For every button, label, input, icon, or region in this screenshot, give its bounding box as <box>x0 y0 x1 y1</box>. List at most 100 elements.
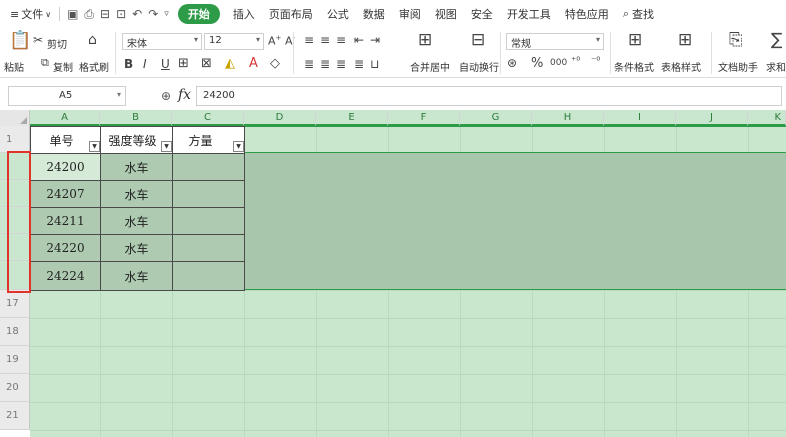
indent-increase-icon[interactable]: ⇥ <box>370 34 380 46</box>
column-header-k[interactable]: K <box>748 110 786 126</box>
number-format-select[interactable]: 常规 ▾ <box>506 33 604 50</box>
filter-active-icon[interactable]: ▼ <box>161 141 172 152</box>
undo-icon[interactable]: ↶ <box>129 7 145 21</box>
italic-button[interactable]: I <box>143 58 147 70</box>
tab-page-layout[interactable]: 页面布局 <box>262 6 320 22</box>
print-preview-icon[interactable]: ⊡ <box>113 7 129 21</box>
save-icon[interactable]: ▣ <box>64 7 81 21</box>
spreadsheet-grid[interactable]: A B C D E F G H I J K 1 17 18 19 20 21 单… <box>0 110 786 437</box>
justify-icon[interactable]: ≣ <box>354 58 364 70</box>
sum-icon[interactable]: ∑ <box>771 32 782 49</box>
borders-icon[interactable]: ⊞ <box>178 57 189 70</box>
formula-input[interactable]: 24200 <box>196 86 782 106</box>
currency-icon[interactable]: ⊛ <box>507 57 517 69</box>
row-header-19[interactable]: 19 <box>0 346 30 374</box>
align-center-icon[interactable]: ≣ <box>320 58 330 70</box>
tab-features[interactable]: 特色应用 <box>558 6 616 22</box>
font-color-icon[interactable]: A <box>249 57 258 70</box>
table-cell[interactable] <box>172 261 245 291</box>
indent-decrease-icon[interactable]: ⇤ <box>354 34 364 46</box>
table-style-button[interactable]: 表格样式 <box>661 59 701 74</box>
format-painter-button[interactable]: 格式刷 <box>79 59 109 74</box>
tab-view[interactable]: 视图 <box>428 6 464 22</box>
sum-button[interactable]: 求和 <box>766 59 786 74</box>
conditional-format-button[interactable]: 条件格式 <box>614 59 654 74</box>
column-header-h[interactable]: H <box>532 110 604 126</box>
table-cell[interactable] <box>172 234 245 262</box>
tab-formulas[interactable]: 公式 <box>320 6 356 22</box>
column-header-c[interactable]: C <box>172 110 244 126</box>
tab-home[interactable]: 开始 <box>177 4 220 24</box>
align-middle-icon[interactable]: ≡ <box>320 34 330 46</box>
table-cell[interactable]: 24200 <box>30 153 101 181</box>
column-header-f[interactable]: F <box>388 110 460 126</box>
tab-insert[interactable]: 插入 <box>226 6 262 22</box>
format-painter-icon[interactable]: ⌂ <box>88 33 97 47</box>
paste-icon[interactable]: 📋 <box>9 32 31 50</box>
tab-security[interactable]: 安全 <box>464 6 500 22</box>
copy-icon[interactable]: ⧉ <box>41 57 49 68</box>
wrap-text-button[interactable]: 自动换行 <box>459 59 499 74</box>
search-button[interactable]: ⌕ 查找 <box>616 6 661 22</box>
chevron-down-icon[interactable]: ▾ <box>117 90 121 99</box>
select-all-corner[interactable] <box>0 110 30 126</box>
paste-button[interactable]: 粘贴 <box>4 59 24 74</box>
row-header-21[interactable]: 21 <box>0 402 30 430</box>
table-style-icon[interactable]: ⊞ <box>678 32 692 49</box>
decrease-decimal-icon[interactable]: ⁻⁰ <box>591 57 600 67</box>
filter-dropdown-icon[interactable]: ▼ <box>233 141 244 152</box>
tab-data[interactable]: 数据 <box>356 6 392 22</box>
redo-icon[interactable]: ↷ <box>145 7 161 21</box>
table-cell[interactable]: 24207 <box>30 180 101 208</box>
filter-dropdown-icon[interactable]: ▼ <box>89 141 100 152</box>
clear-format-icon[interactable]: ◇ <box>270 57 280 70</box>
align-top-icon[interactable]: ≡ <box>304 34 314 46</box>
merge-center-button[interactable]: 合并居中 <box>410 59 450 74</box>
tab-review[interactable]: 审阅 <box>392 6 428 22</box>
table-cell[interactable] <box>172 153 245 181</box>
table-cell[interactable]: 水车 <box>100 234 173 262</box>
column-header-d[interactable]: D <box>244 110 316 126</box>
file-menu[interactable]: ≡ 文件 ∨ <box>6 6 55 22</box>
table-cell[interactable]: 水车 <box>100 153 173 181</box>
font-size-select[interactable]: 12 ▾ <box>204 33 264 50</box>
copy-button[interactable]: 复制 <box>53 59 73 74</box>
underline-button[interactable]: U <box>161 58 170 70</box>
conditional-format-icon[interactable]: ⊞ <box>628 32 642 49</box>
table-cell[interactable] <box>172 180 245 208</box>
column-header-e[interactable]: E <box>316 110 388 126</box>
percent-button[interactable]: % <box>531 57 543 70</box>
scissors-icon[interactable]: ✂ <box>33 34 43 46</box>
bold-button[interactable]: B <box>124 58 133 70</box>
column-header-a[interactable]: A <box>30 110 100 126</box>
merge-center-icon[interactable]: ⊞ <box>418 32 432 49</box>
table-cell[interactable] <box>172 207 245 235</box>
align-left-icon[interactable]: ≣ <box>304 58 314 70</box>
distribute-icon[interactable]: ⊔ <box>370 58 379 70</box>
doc-helper-button[interactable]: 文档助手 <box>718 59 758 74</box>
table-cell[interactable]: 24211 <box>30 207 101 235</box>
column-header-j[interactable]: J <box>676 110 748 126</box>
table-cell[interactable]: 24220 <box>30 234 101 262</box>
name-box[interactable]: A5 ▾ <box>8 86 126 106</box>
customize-toolbar-icon[interactable]: ▿ <box>161 9 172 19</box>
zoom-formula-icon[interactable]: ⊕ <box>161 89 171 103</box>
align-bottom-icon[interactable]: ≡ <box>336 34 346 46</box>
row-header-18[interactable]: 18 <box>0 318 30 346</box>
table-cell[interactable]: 水车 <box>100 207 173 235</box>
row-header-20[interactable]: 20 <box>0 374 30 402</box>
print-icon[interactable]: ⊟ <box>97 7 113 21</box>
increase-font-icon[interactable]: A+ <box>268 35 281 47</box>
align-right-icon[interactable]: ≣ <box>336 58 346 70</box>
row-header-17[interactable]: 17 <box>0 290 30 318</box>
font-name-select[interactable]: 宋体 ▾ <box>122 33 202 50</box>
export-icon[interactable]: ⎙ <box>81 7 97 22</box>
fill-color-icon[interactable]: ⊠ <box>201 57 212 70</box>
column-header-i[interactable]: I <box>604 110 676 126</box>
table-cell[interactable]: 水车 <box>100 261 173 291</box>
table-cell[interactable]: 24224 <box>30 261 101 291</box>
increase-decimal-icon[interactable]: ⁺⁰ <box>571 57 580 67</box>
row-header-1[interactable]: 1 <box>0 126 30 153</box>
doc-helper-icon[interactable]: ⎘ <box>729 32 743 49</box>
column-header-b[interactable]: B <box>100 110 172 126</box>
